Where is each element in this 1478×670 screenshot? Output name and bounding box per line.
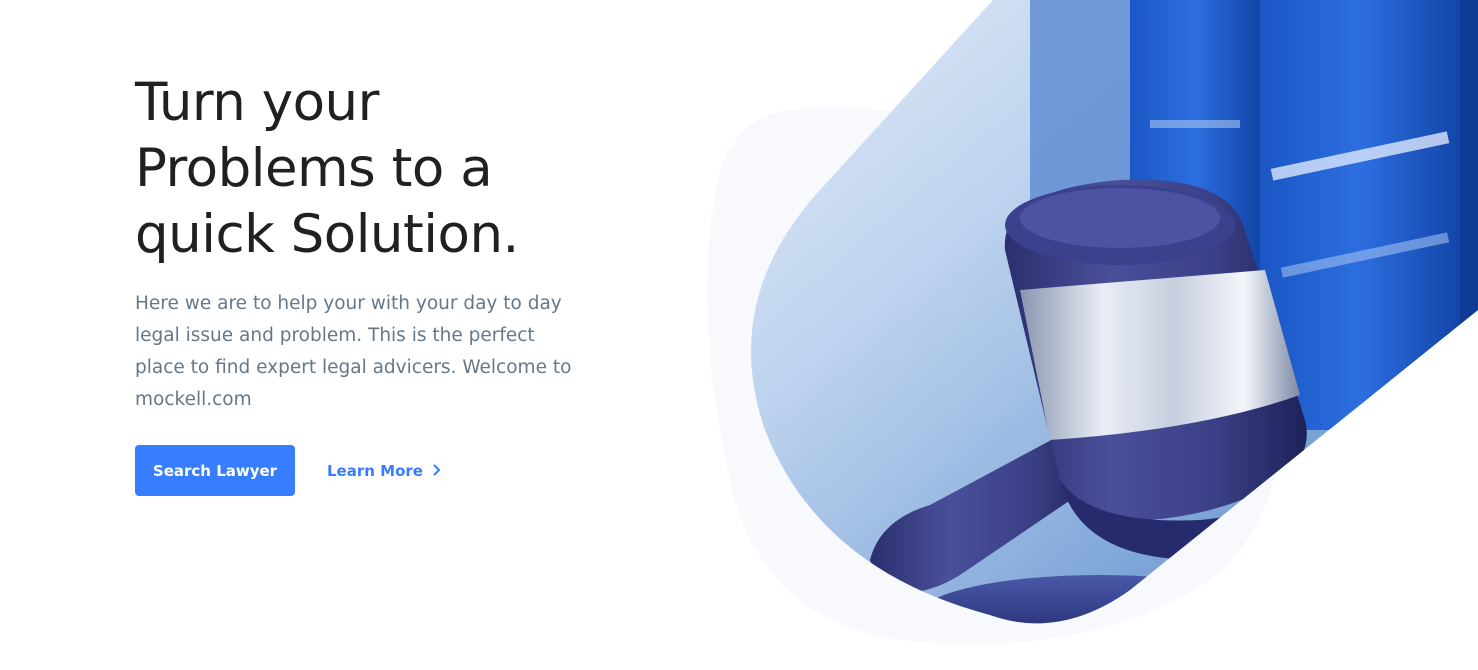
- hero-image-area: [707, 0, 1478, 644]
